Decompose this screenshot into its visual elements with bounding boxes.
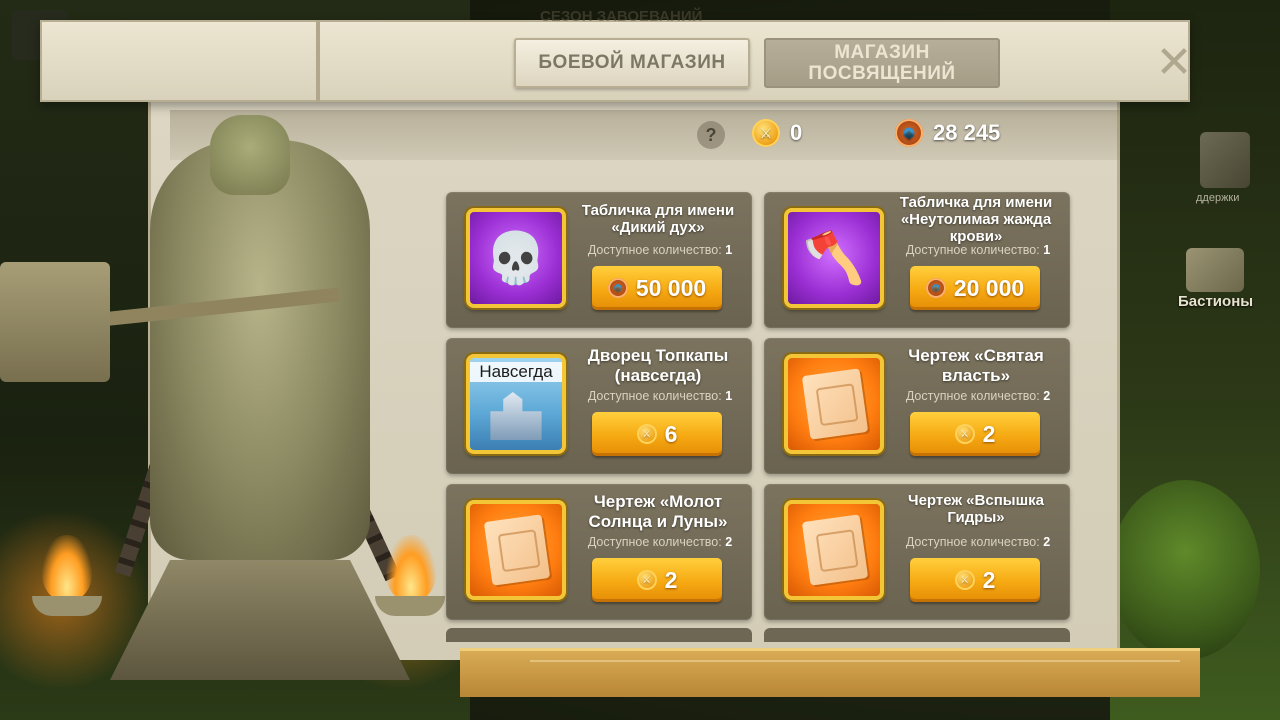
item-frame[interactable]: [784, 500, 884, 600]
price-value: 2: [982, 566, 996, 593]
item-frame[interactable]: [466, 500, 566, 600]
tab-dedication-shop-label: МАГАЗИН ПОСВЯЩЕНИЙ: [808, 42, 956, 84]
stone-header-divider: [316, 20, 320, 102]
bush-decoration: [1110, 480, 1260, 660]
buy-button[interactable]: ⚔ 2: [592, 558, 722, 602]
shop-item-card: Чертеж «Святая власть» Доступное количес…: [764, 338, 1070, 474]
item-title: Чертеж «Святая власть»: [908, 346, 1044, 385]
quantity-label: Доступное количество:: [905, 389, 1040, 403]
golem-statue-head: [210, 115, 290, 195]
crossed-swords-coin-icon: ⚔: [636, 424, 657, 444]
season-title: СЕЗОН ЗАВОЕВАНИЙ: [540, 8, 703, 25]
item-quantity: Доступное количество: 1: [572, 243, 748, 257]
shop-item-card: 🪓 Табличка для имени «Неутолимая жажда к…: [764, 192, 1070, 328]
price-value: 50 000: [635, 274, 707, 301]
quantity-value: 1: [725, 243, 733, 257]
price-value: 2: [982, 420, 996, 447]
crossed-swords-coin-icon: ⚔: [954, 424, 975, 444]
stone-hammer: [0, 262, 110, 382]
item-quantity: Доступное количество: 2: [890, 389, 1066, 403]
swords-currency: ⚔ 0: [752, 119, 802, 147]
crossed-axes-icon: 🪓: [802, 230, 866, 286]
quantity-label: Доступное количество:: [905, 535, 1040, 549]
buy-button[interactable]: ⚔ 6: [592, 412, 722, 456]
item-title: Табличка для имени «Дикий дух»: [581, 202, 735, 236]
next-row-card-stub: [446, 628, 752, 642]
crossed-swords-coin-icon: ⚔: [636, 570, 657, 590]
skull-feather-icon: 💀: [484, 230, 548, 286]
shop-item-card: Навсегда Дворец Топкапы (навсегда) Досту…: [446, 338, 752, 474]
price-value: 20 000: [953, 274, 1025, 301]
brazier-right: [375, 596, 445, 616]
swords-amount: 0: [790, 120, 803, 145]
golden-base-detail: [530, 660, 1180, 692]
blueprint-sword-icon: [801, 368, 869, 440]
price-value: 2: [664, 566, 678, 593]
shop-item-card: Чертеж «Молот Солнца и Луны» Доступное к…: [446, 484, 752, 620]
tab-battle-shop-label: БОЕВОЙ МАГАЗИН: [538, 52, 726, 73]
next-row-card-stub: [764, 628, 1070, 642]
bastions-label[interactable]: Бастионы: [1178, 293, 1253, 310]
help-icon[interactable]: ?: [697, 121, 725, 149]
golem-statue: [150, 140, 370, 560]
support-icon[interactable]: [1200, 132, 1250, 188]
bastions-icon[interactable]: [1186, 248, 1244, 292]
close-button[interactable]: ✕: [1154, 38, 1194, 87]
quantity-value: 2: [725, 535, 733, 549]
price-value: 6: [664, 420, 678, 447]
quantity-value: 1: [725, 389, 733, 403]
tab-dedication-shop[interactable]: МАГАЗИН ПОСВЯЩЕНИЙ: [764, 38, 1000, 88]
gem-coin-icon: ◆: [607, 278, 628, 298]
forever-badge: Навсегда: [470, 362, 562, 382]
item-title: Дворец Топкапы (навсегда): [587, 346, 729, 385]
buy-button[interactable]: ⚔ 2: [910, 558, 1040, 602]
gem-coin-icon: ◆: [925, 278, 946, 298]
item-frame[interactable]: 💀: [466, 208, 566, 308]
brazier-left: [32, 596, 102, 616]
item-frame[interactable]: Навсегда: [466, 354, 566, 454]
item-quantity: Доступное количество: 1: [890, 243, 1066, 257]
quantity-value: 2: [1043, 535, 1051, 549]
buy-button[interactable]: ◆ 50 000: [592, 266, 722, 310]
gem-coin-icon: ◆: [895, 119, 923, 147]
quantity-label: Доступное количество:: [587, 243, 722, 257]
support-label: ддержки: [1196, 192, 1240, 204]
quantity-value: 2: [1043, 389, 1051, 403]
buy-button[interactable]: ⚔ 2: [910, 412, 1040, 456]
quantity-label: Доступное количество:: [587, 389, 722, 403]
item-title: Табличка для имени «Неутолимая жажда кро…: [899, 194, 1053, 245]
close-icon: ✕: [1155, 37, 1193, 87]
item-title: Чертеж «Вспышка Гидры»: [908, 492, 1044, 526]
item-frame[interactable]: [784, 354, 884, 454]
shop-item-card: 💀 Табличка для имени «Дикий дух» Доступн…: [446, 192, 752, 328]
crossed-swords-coin-icon: ⚔: [954, 570, 975, 590]
quantity-label: Доступное количество:: [905, 243, 1040, 257]
buy-button[interactable]: ◆ 20 000: [910, 266, 1040, 310]
item-title: Чертеж «Молот Солнца и Луны»: [588, 492, 728, 531]
blueprint-crossbow-icon: [801, 514, 869, 586]
gem-currency: ◆ 28 245: [895, 119, 1000, 147]
shop-item-card: Чертеж «Вспышка Гидры» Доступное количес…: [764, 484, 1070, 620]
item-frame[interactable]: 🪓: [784, 208, 884, 308]
item-quantity: Доступное количество: 2: [572, 535, 748, 549]
blueprint-hammer-icon: [483, 514, 551, 586]
item-quantity: Доступное количество: 2: [890, 535, 1066, 549]
tab-battle-shop[interactable]: БОЕВОЙ МАГАЗИН: [514, 38, 750, 88]
item-quantity: Доступное количество: 1: [572, 389, 748, 403]
palace-icon: [490, 392, 542, 440]
flame-left: [42, 535, 92, 600]
crossed-swords-coin-icon: ⚔: [752, 119, 780, 147]
quantity-label: Доступное количество:: [587, 535, 722, 549]
gems-amount: 28 245: [933, 120, 1001, 145]
quantity-value: 1: [1043, 243, 1051, 257]
flame-right: [386, 535, 436, 600]
